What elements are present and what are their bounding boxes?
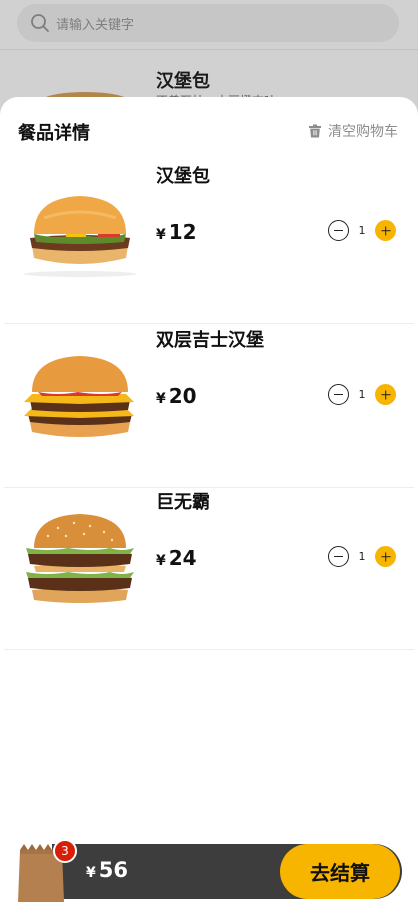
clear-cart-label: 清空购物车 bbox=[328, 124, 398, 140]
increase-button[interactable] bbox=[375, 384, 396, 405]
minus-icon bbox=[334, 555, 343, 558]
minus-icon bbox=[334, 393, 343, 396]
clear-cart-button[interactable]: 清空购物车 bbox=[308, 121, 398, 141]
quantity-value: 1 bbox=[358, 550, 366, 563]
price-value: 12 bbox=[168, 220, 197, 244]
item-name: 汉堡包 bbox=[156, 166, 210, 187]
trash-icon bbox=[309, 124, 321, 138]
hamburger-image bbox=[24, 196, 136, 277]
quantity-stepper: 1 bbox=[328, 384, 396, 405]
item-name: 双层吉士汉堡 bbox=[156, 330, 264, 351]
decrease-button[interactable] bbox=[328, 220, 349, 241]
currency-symbol: ¥ bbox=[156, 553, 166, 569]
increase-button[interactable] bbox=[375, 220, 396, 241]
cart-detail-sheet: 餐品详情 清空购物车 汉堡包 ¥ 12 1 双层吉士汉堡 ¥ 20 1 巨无霸 … bbox=[0, 97, 418, 908]
double-cheeseburger-image bbox=[24, 356, 134, 437]
quantity-value: 1 bbox=[358, 388, 366, 401]
item-price: ¥ 20 bbox=[156, 384, 197, 408]
currency-symbol: ¥ bbox=[156, 227, 166, 243]
total-value: 56 bbox=[98, 858, 128, 882]
increase-button[interactable] bbox=[375, 546, 396, 567]
cart-item: 巨无霸 ¥ 24 1 bbox=[4, 488, 414, 650]
sheet-title: 餐品详情 bbox=[18, 123, 90, 144]
currency-symbol: ¥ bbox=[156, 391, 166, 407]
item-price: ¥ 12 bbox=[156, 220, 197, 244]
cart-item: 双层吉士汉堡 ¥ 20 1 bbox=[4, 326, 414, 488]
minus-icon bbox=[334, 229, 343, 232]
cart-item: 汉堡包 ¥ 12 1 bbox=[4, 162, 414, 324]
quantity-stepper: 1 bbox=[328, 546, 396, 567]
quantity-value: 1 bbox=[358, 224, 366, 237]
big-mac-image bbox=[26, 514, 134, 603]
item-price: ¥ 24 bbox=[156, 546, 197, 570]
cart-total: ¥ 56 bbox=[86, 858, 128, 882]
cart-count-badge: 3 bbox=[53, 839, 77, 863]
price-value: 24 bbox=[168, 546, 197, 570]
price-value: 20 bbox=[168, 384, 197, 408]
quantity-stepper: 1 bbox=[328, 220, 396, 241]
currency-symbol: ¥ bbox=[86, 865, 96, 881]
checkout-button[interactable]: 去结算 bbox=[280, 844, 400, 899]
decrease-button[interactable] bbox=[328, 384, 349, 405]
item-name: 巨无霸 bbox=[156, 492, 210, 513]
decrease-button[interactable] bbox=[328, 546, 349, 567]
